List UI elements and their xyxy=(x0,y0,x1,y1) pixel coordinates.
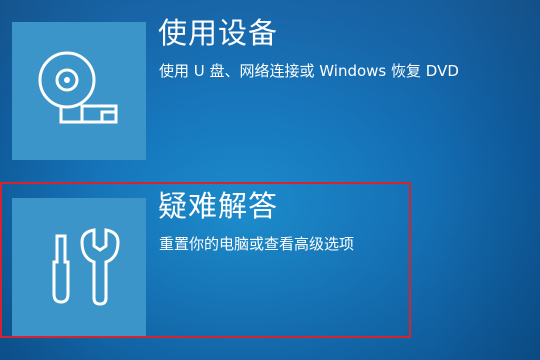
troubleshoot-title: 疑难解答 xyxy=(158,189,279,223)
use-device-tile[interactable] xyxy=(12,22,146,160)
use-device-title: 使用设备 xyxy=(158,16,279,50)
disc-drive-icon xyxy=(38,51,118,124)
tools-icon xyxy=(52,228,120,306)
troubleshoot-option[interactable]: 疑难解答 重置你的电脑或查看高级选项 xyxy=(0,182,411,340)
recovery-screen: { "options": [ { "title": "使用设备", "descr… xyxy=(0,0,540,360)
troubleshoot-tile[interactable] xyxy=(12,198,146,336)
use-device-option[interactable]: 使用设备 使用 U 盘、网络连接或 Windows 恢复 DVD xyxy=(0,4,459,160)
troubleshoot-description: 重置你的电脑或查看高级选项 xyxy=(159,235,355,253)
use-device-description: 使用 U 盘、网络连接或 Windows 恢复 DVD xyxy=(159,62,459,80)
